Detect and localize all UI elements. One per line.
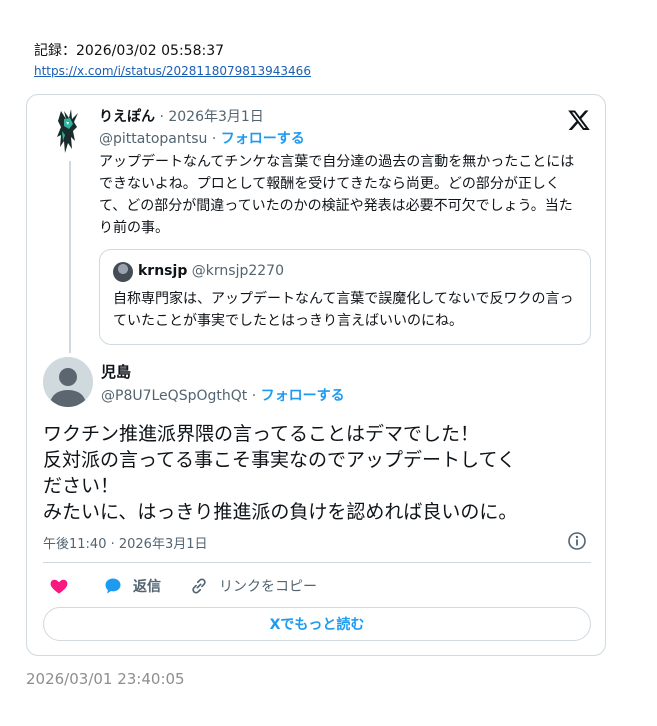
main-subheader: @P8U7LeQSpOgthQt · フォローする [101,385,345,405]
parent-date[interactable]: · 2026年3月1日 [159,109,263,125]
thread-line [69,161,71,353]
quote-header: krnsjp @krnsjp2270 [138,263,284,279]
parent-author-name[interactable]: りえぽん [99,109,155,125]
main-author-name[interactable]: 児島 [101,361,131,382]
x-logo-icon[interactable] [567,108,591,132]
quote-avatar [113,262,133,282]
separator-dot: · [251,388,257,404]
separator-dot: · [211,131,217,147]
parent-avatar[interactable] [51,107,85,155]
bottom-timestamp: 2026/03/01 23:40:05 [26,670,185,688]
main-tweet-text: ワクチン推進派界隈の言ってることはデマでした！ 反対派の言ってる事こそ事実なので… [43,421,595,525]
divider [43,562,591,563]
main-text-line: ワクチン推進派界隈の言ってることはデマでした！ [43,423,480,445]
parent-subheader: @pittatopantsu · フォローする [99,128,305,148]
main-handle[interactable]: @P8U7LeQSpOgthQt [101,388,247,404]
embedded-tweet-card: りえぽん · 2026年3月1日 @pittatopantsu · フォローする… [26,94,606,656]
quote-handle: @krnsjp2270 [191,263,284,279]
record-line: 記録：2026/03/02 05:58:37 [34,43,225,59]
tweet-timestamp[interactable]: 午後11:40 · 2026年3月1日 [43,533,208,552]
parent-follow-button[interactable]: フォローする [221,131,305,147]
parent-header: りえぽん · 2026年3月1日 [99,106,264,126]
main-text-line: ださい！ [43,475,120,497]
action-bar: 返信 リンクをコピー [43,573,591,599]
reply-button[interactable]: 返信 [103,573,161,599]
reply-label: 返信 [133,579,161,595]
like-button[interactable] [49,573,79,599]
info-icon[interactable] [567,531,587,551]
main-avatar[interactable] [43,357,93,407]
main-follow-button[interactable]: フォローする [261,388,345,404]
copy-link-label: リンクをコピー [219,579,317,595]
quote-text: 自称専門家は、アップデートなんて言葉で誤魔化してないで反ワクの言っていたことが事… [113,291,574,329]
quoted-tweet[interactable]: krnsjp @krnsjp2270 自称専門家は、アップデートなんて言葉で誤魔… [99,249,591,345]
read-more-button[interactable]: Xでもっと読む [43,607,591,641]
quote-author-name: krnsjp [138,263,188,279]
main-text-line: 反対派の言ってる事こそ事実なのでアップデートしてく [43,449,516,471]
heart-icon [50,579,68,594]
reply-bubble-icon [105,578,121,594]
parent-handle[interactable]: @pittatopantsu [99,131,207,147]
default-avatar-icon [43,357,93,407]
copy-link-button[interactable]: リンクをコピー [189,573,317,599]
record-url-link[interactable]: https://x.com/i/status/20281180798139434… [34,64,311,78]
main-text-line: みたいに、はっきり推進派の負けを認めれば良いのに。 [43,501,518,523]
parent-tweet-text: アップデートなんてチンケな言葉で自分達の過去の言動を無かったことにはできないよね… [99,154,575,236]
link-icon [192,578,206,594]
